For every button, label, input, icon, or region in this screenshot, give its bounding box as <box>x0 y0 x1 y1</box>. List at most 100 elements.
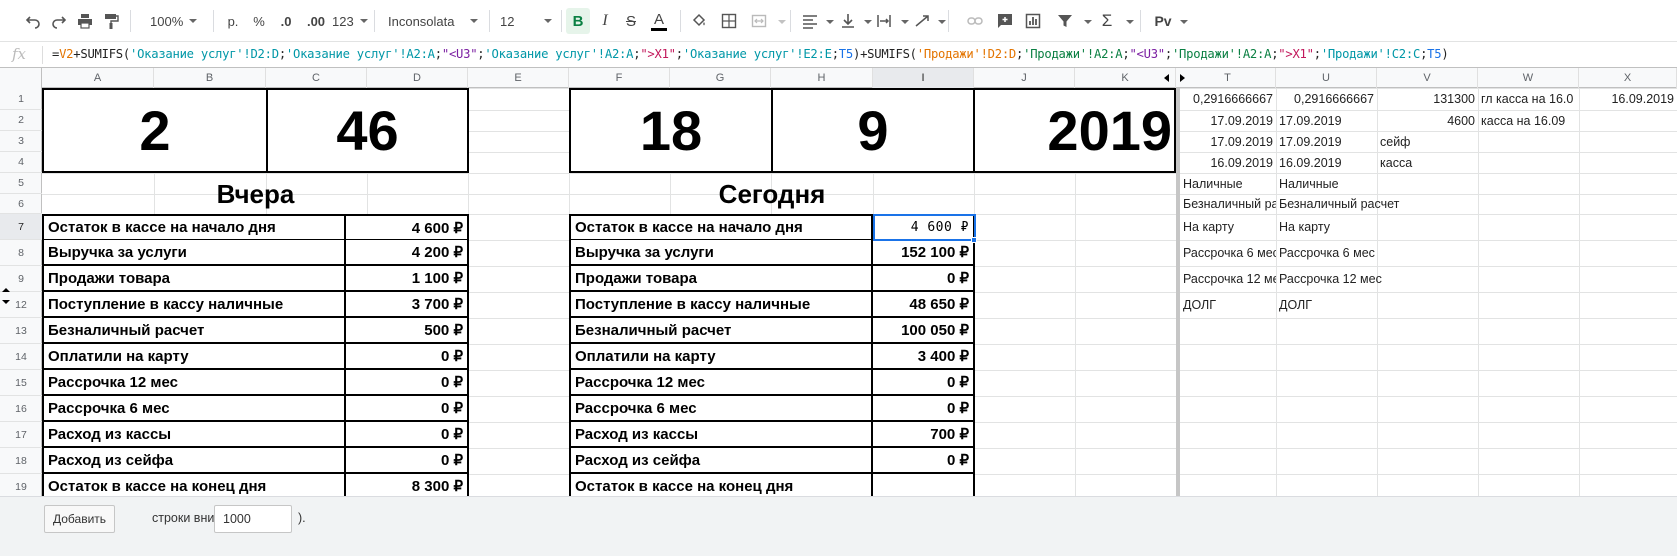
text-color-button[interactable]: A <box>648 8 670 34</box>
yesterday-row-value[interactable]: 0 ₽ <box>346 370 469 396</box>
cell-area[interactable]: 2 46 18 9 2019 Вчера Сегодня Остаток в к… <box>42 88 1677 528</box>
row-header[interactable]: 12 <box>0 292 42 318</box>
chevron-down-icon[interactable] <box>938 20 946 24</box>
insert-chart-icon[interactable] <box>1022 8 1044 34</box>
vertical-align-icon[interactable] <box>836 8 860 34</box>
yesterday-row-label[interactable]: Расход из кассы <box>42 422 346 448</box>
col-header-i[interactable]: I <box>873 68 974 88</box>
col-header-e[interactable]: E <box>468 68 569 88</box>
chevron-down-icon[interactable] <box>901 20 909 24</box>
row-header[interactable]: 4 <box>0 152 42 173</box>
fill-handle[interactable] <box>971 237 977 243</box>
row-header[interactable]: 18 <box>0 448 42 474</box>
chevron-down-icon[interactable] <box>1084 20 1092 24</box>
row-header[interactable]: 13 <box>0 318 42 344</box>
today-row-label[interactable]: Поступление в кассу наличные <box>569 292 873 318</box>
today-row-value[interactable]: 152 100 ₽ <box>873 240 975 266</box>
print-icon[interactable] <box>74 8 96 34</box>
cell-u6[interactable]: Безналичный расчет <box>1276 194 1436 214</box>
yesterday-row-value[interactable]: 0 ₽ <box>346 422 469 448</box>
col-header-f[interactable]: F <box>569 68 670 88</box>
cell-u1[interactable]: 0,2916666667 <box>1276 88 1377 110</box>
cell-u7[interactable]: На карту <box>1276 214 1377 240</box>
zoom-select[interactable]: 100% <box>150 10 198 32</box>
filter-icon[interactable] <box>1054 8 1076 34</box>
cell-v1[interactable]: 131300 <box>1377 88 1478 110</box>
today-row-value[interactable]: 700 ₽ <box>873 422 975 448</box>
today-row-label[interactable]: Безналичный расчет <box>569 318 873 344</box>
yesterday-row-label[interactable]: Расход из сейфа <box>42 448 346 474</box>
chevron-down-icon[interactable] <box>1180 20 1188 24</box>
redo-icon[interactable] <box>48 8 70 34</box>
row-header[interactable]: 5 <box>0 173 42 194</box>
decrease-decimal-button[interactable]: .0 <box>274 8 298 34</box>
percent-format-button[interactable]: % <box>248 8 270 34</box>
today-row-value[interactable]: 3 400 ₽ <box>873 344 975 370</box>
yesterday-row-value[interactable]: 500 ₽ <box>346 318 469 344</box>
col-header-c[interactable]: C <box>266 68 367 88</box>
paint-format-icon[interactable] <box>100 8 122 34</box>
col-header-u[interactable]: U <box>1276 68 1377 88</box>
yesterday-row-value[interactable]: 0 ₽ <box>346 344 469 370</box>
yesterday-row-value[interactable]: 3 700 ₽ <box>346 292 469 318</box>
row-header[interactable]: 16 <box>0 396 42 422</box>
col-header-w[interactable]: W <box>1478 68 1579 88</box>
chevron-down-icon[interactable] <box>864 20 872 24</box>
yesterday-row-value[interactable]: 1 100 ₽ <box>346 266 469 292</box>
row-header[interactable]: 14 <box>0 344 42 370</box>
yesterday-row-label[interactable]: Поступление в кассу наличные <box>42 292 346 318</box>
col-header-a[interactable]: A <box>42 68 154 88</box>
cell-t7[interactable]: На карту <box>1180 214 1276 240</box>
today-row-label[interactable]: Продажи товара <box>569 266 873 292</box>
yesterday-row-label[interactable]: Безналичный расчет <box>42 318 346 344</box>
col-header-x[interactable]: X <box>1579 68 1677 88</box>
text-rotation-icon[interactable] <box>910 8 934 34</box>
cell-t3[interactable]: 17.09.2019 <box>1180 131 1276 152</box>
merge-cells-icon[interactable] <box>748 8 770 34</box>
col-header-g[interactable]: G <box>670 68 771 88</box>
row-header[interactable]: 2 <box>0 110 42 131</box>
cell-v3[interactable]: сейф <box>1377 131 1478 152</box>
today-row-label[interactable]: Остаток в кассе на начало дня <box>569 214 873 241</box>
group-collapse-icon[interactable] <box>2 288 10 292</box>
currency-format-button[interactable]: р. <box>222 8 244 34</box>
cell-t8[interactable]: Рассрочка 6 мес <box>1180 240 1276 266</box>
col-header-j[interactable]: J <box>974 68 1075 88</box>
today-row-label[interactable]: Расход из кассы <box>569 422 873 448</box>
row-header[interactable]: 17 <box>0 422 42 448</box>
fill-color-icon[interactable] <box>688 8 710 34</box>
today-row-value[interactable]: 4 600 ₽ <box>873 214 975 241</box>
group-expand-icon[interactable] <box>2 300 10 304</box>
cell-t9[interactable]: Рассрочка 12 ме <box>1180 266 1276 292</box>
cell-v4[interactable]: касса <box>1377 152 1478 173</box>
cell-w2[interactable]: касса на 16.09 <box>1478 110 1579 131</box>
yesterday-row-value[interactable]: 4 600 ₽ <box>346 214 469 241</box>
col-header-b[interactable]: B <box>154 68 266 88</box>
yesterday-row-value[interactable]: 0 ₽ <box>346 396 469 422</box>
cell-w1[interactable]: гл касса на 16.0 <box>1478 88 1579 110</box>
formula-input[interactable]: =V2+SUMIFS('Оказание услуг'!D2:D;'Оказан… <box>52 47 1449 61</box>
font-size-select[interactable]: 12 <box>500 10 552 32</box>
today-row-label[interactable]: Рассрочка 12 мес <box>569 370 873 396</box>
cell-v2[interactable]: 4600 <box>1377 110 1478 131</box>
strikethrough-button[interactable]: S <box>620 8 642 34</box>
yesterday-row-label[interactable]: Рассрочка 12 мес <box>42 370 346 396</box>
today-row-value[interactable]: 0 ₽ <box>873 448 975 474</box>
bold-button[interactable]: B <box>566 8 590 34</box>
cell-x1[interactable]: 16.09.2019 <box>1579 88 1677 110</box>
cell-t12[interactable]: ДОЛГ <box>1180 292 1276 318</box>
today-month-cell[interactable]: 9 <box>771 88 975 173</box>
col-header-t[interactable]: T <box>1180 68 1276 88</box>
yesterday-number-cell[interactable]: 46 <box>266 88 469 173</box>
increase-decimal-button[interactable]: .00 <box>302 8 330 34</box>
cell-u4[interactable]: 16.09.2019 <box>1276 152 1377 173</box>
today-row-label[interactable]: Оплатили на карту <box>569 344 873 370</box>
col-header-v[interactable]: V <box>1377 68 1478 88</box>
row-header[interactable]: 8 <box>0 240 42 266</box>
today-year-cell[interactable]: 2019 <box>973 88 1176 173</box>
cell-u12[interactable]: ДОЛГ <box>1276 292 1377 318</box>
chevron-down-icon[interactable] <box>778 20 786 24</box>
undo-icon[interactable] <box>22 8 44 34</box>
col-header-k[interactable]: K <box>1075 68 1176 88</box>
today-row-value[interactable]: 48 650 ₽ <box>873 292 975 318</box>
